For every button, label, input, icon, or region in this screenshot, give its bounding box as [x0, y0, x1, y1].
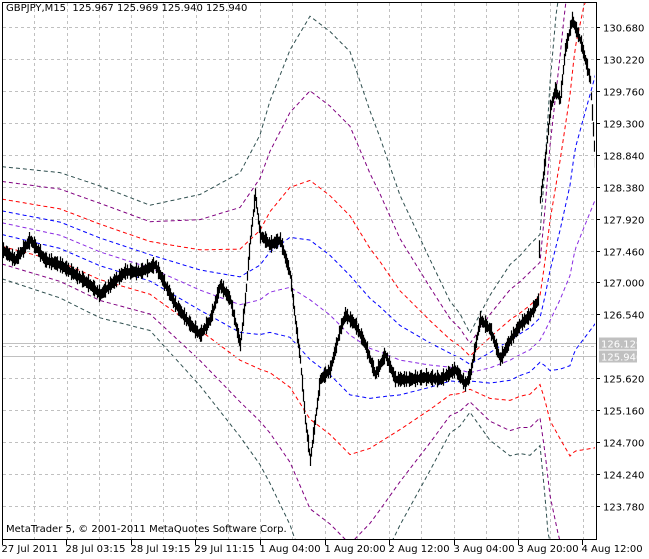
high-value: 125.969: [116, 3, 159, 14]
price-series: [3, 11, 595, 466]
y-tick-label: 126.540: [603, 311, 644, 322]
y-tick-label: 129.300: [603, 120, 644, 131]
open-value: 125.967: [72, 3, 114, 14]
symbol-label: GBPJPY,M15: [6, 3, 67, 14]
y-tick-label: 127.460: [603, 248, 644, 259]
grid: [3, 3, 596, 539]
y-tick-label: 128.840: [603, 152, 644, 163]
y-tick-label: 123.780: [603, 503, 644, 514]
band-line-upper-2: [3, 3, 586, 357]
band-line-upper-3: [3, 3, 567, 345]
price-bars: [3, 11, 595, 466]
x-tick-label: 28 Jul 19:15: [131, 544, 191, 555]
close-value: 125.940: [206, 3, 248, 14]
plot-frame: [2, 2, 597, 540]
price-labels: 126.129 125.940: [599, 337, 642, 364]
price-label-text: 126.129: [601, 340, 642, 351]
low-value: 125.940: [161, 3, 203, 14]
y-tick-label: 130.220: [603, 56, 644, 67]
y-tick-label: 128.380: [603, 184, 644, 195]
x-tick-label: 3 Aug 04:00: [454, 544, 515, 555]
bands-indicator: [3, 3, 595, 539]
y-tick-label: 125.160: [603, 407, 644, 418]
x-tick-label: 4 Aug 12:00: [582, 544, 643, 555]
y-tick-label: 124.700: [603, 439, 644, 450]
y-tick-label: 130.680: [603, 24, 644, 35]
band-line-lower-3: [3, 263, 560, 539]
band-line-lower-4: [3, 278, 551, 539]
x-tick-label: 1 Aug 20:00: [325, 544, 386, 555]
y-axis: 130.680 130.220 129.760 129.300 128.840 128.3…: [596, 24, 644, 514]
y-tick-label: 127.000: [603, 279, 644, 290]
x-tick-label: 27 Jul 2011: [2, 544, 59, 555]
price-chart: 130.680 130.220 129.760 129.300 128.840 128.3…: [2, 2, 644, 555]
y-tick-label: 124.240: [603, 471, 644, 482]
band-line-lower-1: [3, 234, 595, 399]
x-axis: 27 Jul 2011 28 Jul 03:15 28 Jul 19:15 29 Ju…: [2, 540, 643, 555]
y-tick-label: 127.920: [603, 216, 644, 227]
x-tick-label: 2 Aug 12:00: [389, 544, 450, 555]
x-tick-label: 29 Jul 11:15: [195, 544, 255, 555]
band-line-upper-1: [3, 74, 595, 365]
x-tick-label: 3 Aug 20:00: [518, 544, 579, 555]
y-tick-label: 125.620: [603, 375, 644, 386]
y-tick-label: 129.760: [603, 88, 644, 99]
chart-header: GBPJPY,M15 125.967 125.969 125.940 125.9…: [6, 3, 247, 14]
x-tick-label: 1 Aug 04:00: [260, 544, 321, 555]
copyright-text: MetaTrader 5, © 2001-2011 MetaQuotes Sof…: [6, 524, 287, 535]
price-label-text: 125.940: [601, 353, 642, 364]
x-tick-label: 28 Jul 03:15: [66, 544, 126, 555]
